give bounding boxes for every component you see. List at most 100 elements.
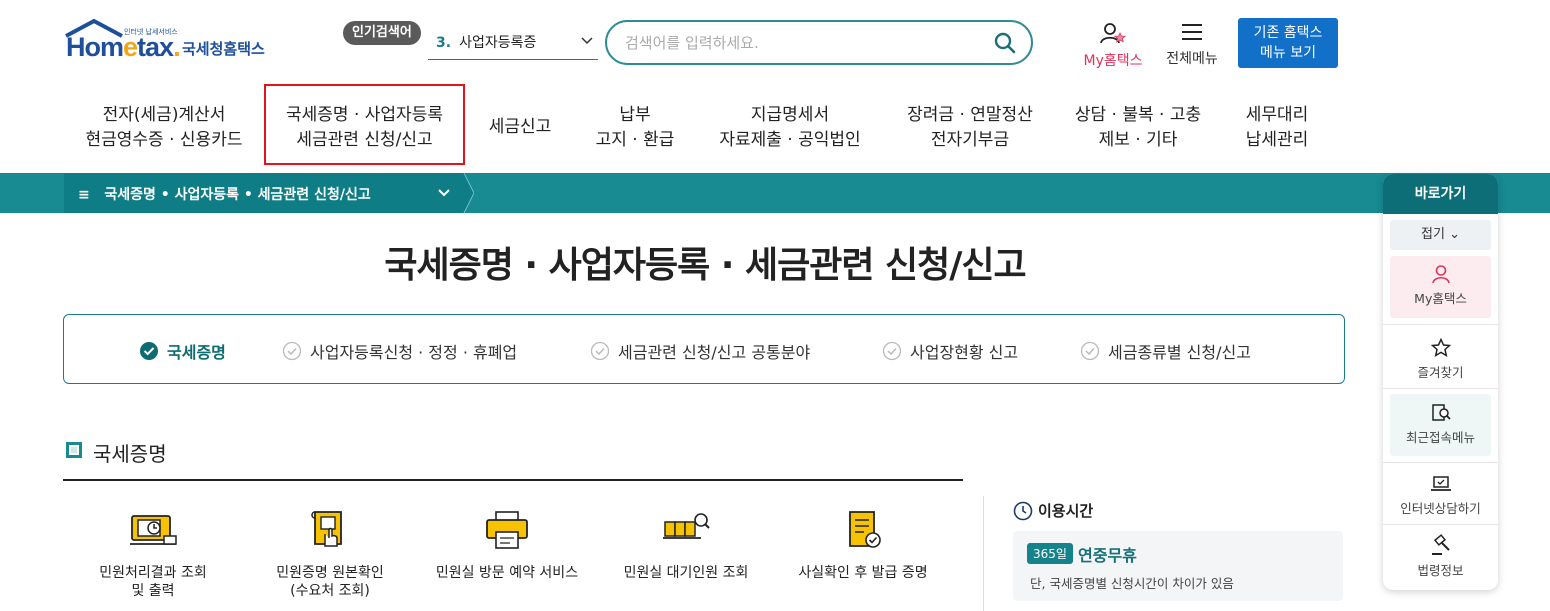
tab-label: 국세증명	[167, 343, 226, 362]
nav-incentive-year-end[interactable]: 장려금 · 연말정산 전자기부금	[895, 103, 1045, 153]
nav-label-line1: 지급명세서	[750, 105, 830, 125]
tab-business-registration[interactable]: 사업자등록신청 · 정정 · 휴폐업	[282, 339, 517, 363]
hours-note: 단, 국세증명별 신청시간이 차이가 있음	[1030, 576, 1234, 591]
hours-main: 연중무휴	[1078, 546, 1137, 565]
my-hometax-label: My홈택스	[1083, 53, 1143, 69]
breadcrumb-arrow	[456, 173, 474, 213]
nav-label-line1: 장려금 · 연말정산	[907, 105, 1033, 125]
quick-links-panel: 바로가기 접기 ⌄ My홈택스 즐겨찾기 최근접속메뉴 인터넷상담하기 법령정보	[1383, 174, 1498, 590]
popular-keyword-badge: 인기검색어	[343, 21, 421, 45]
my-hometax-button[interactable]: My홈택스	[1077, 22, 1149, 70]
classic-hometax-menu-button[interactable]: 기존 홈택스 메뉴 보기	[1238, 18, 1338, 68]
user-star-icon	[1100, 23, 1127, 44]
tab-label: 사업장현황 신고	[910, 343, 1019, 362]
service-label-line1: 민원실 대기인원 조회	[623, 565, 749, 581]
quick-links-title: 바로가기	[1383, 174, 1498, 214]
hours-title: 이용시간	[1013, 500, 1093, 521]
service-waiting-inquiry[interactable]: 민원실 대기인원 조회	[611, 508, 761, 582]
nav-label-line1: 세금신고	[488, 117, 552, 137]
check-circle-icon	[1080, 341, 1100, 361]
user-icon	[1431, 265, 1450, 284]
service-result-inquiry[interactable]: 민원처리결과 조회 및 출력	[78, 508, 228, 600]
hours-badge: 365일	[1027, 543, 1073, 564]
hours-box: 365일 연중무휴 단, 국세증명별 신청시간이 차이가 있음	[1013, 531, 1343, 601]
service-fact-certificate[interactable]: 사실확인 후 발급 증명	[788, 508, 938, 582]
all-menu-button[interactable]: 전체메뉴	[1160, 22, 1224, 68]
service-label-line1: 민원실 방문 예약 서비스	[435, 565, 579, 581]
hometax-logo[interactable]: 인터넷 납세서비스 Hometax. 국세청홈택스	[64, 18, 284, 70]
laptop-icon	[1430, 476, 1451, 491]
printer-icon	[486, 511, 528, 549]
gavel-icon	[1431, 534, 1450, 555]
check-circle-icon	[282, 341, 302, 361]
nav-payment[interactable]: 납부 고지 · 환급	[585, 103, 685, 153]
nav-label-line2: 전자기부금	[930, 130, 1010, 150]
document-search-icon	[1431, 404, 1451, 421]
tab-bar: 국세증명 사업자등록신청 · 정정 · 휴폐업 세금관련 신청/신고 공통분야 …	[63, 314, 1345, 384]
tab-business-status[interactable]: 사업장현황 신고	[882, 339, 1018, 363]
section-title: 국세증명	[93, 442, 167, 466]
tab-label: 세금관련 신청/신고 공통분야	[618, 343, 811, 362]
check-circle-filled-icon	[140, 342, 158, 360]
vertical-divider	[983, 496, 984, 611]
section-bullet-icon	[66, 442, 82, 458]
service-label-line2: (수요처 조회)	[290, 583, 370, 599]
nav-label-line2: 현금영수증 · 신용카드	[85, 130, 243, 150]
popular-keyword: 사업자등록증	[459, 35, 537, 51]
quick-online-consult[interactable]: 인터넷상담하기	[1390, 474, 1491, 517]
tab-common-filing[interactable]: 세금관련 신청/신고 공통분야	[590, 339, 810, 363]
search-box	[605, 20, 1033, 65]
service-label-line1: 민원처리결과 조회	[99, 565, 207, 581]
nav-label-line1: 세무대리	[1245, 105, 1309, 125]
nav-label-line2: 고지 · 환급	[595, 130, 675, 150]
nav-tax-filing[interactable]: 세금신고	[480, 115, 560, 140]
classic-btn-line1: 기존 홈택스	[1253, 25, 1323, 41]
quick-favorites[interactable]: 즐겨찾기	[1390, 338, 1491, 381]
logo-wordmark: Hometax.	[66, 32, 181, 62]
breadcrumb-text: ≡ 국세증명 • 사업자등록 • 세금관련 신청/신고	[78, 187, 371, 203]
chevron-down-icon	[438, 189, 450, 197]
section-divider	[63, 479, 963, 481]
document-hand-icon	[311, 511, 342, 547]
service-label-line2: 및 출력	[131, 583, 175, 599]
nav-label-line1: 상담 · 불복 · 고충	[1074, 105, 1202, 125]
quick-fold-button[interactable]: 접기 ⌄	[1390, 220, 1491, 250]
clock-icon	[1013, 501, 1033, 520]
tab-tax-type-filing[interactable]: 세금종류별 신청/신고	[1080, 339, 1251, 363]
nav-payment-statement[interactable]: 지급명세서 자료제출 · 공익법인	[712, 103, 868, 153]
nav-label-line1: 전자(세금)계산서	[102, 105, 226, 125]
service-visit-reservation[interactable]: 민원실 방문 예약 서비스	[432, 508, 582, 582]
quick-my-hometax[interactable]: My홈택스	[1390, 256, 1491, 318]
monitor-clock-icon	[130, 515, 177, 545]
nav-e-invoice[interactable]: 전자(세금)계산서 현금영수증 · 신용카드	[84, 103, 244, 153]
search-icon[interactable]	[993, 31, 1017, 55]
search-input[interactable]	[625, 31, 985, 55]
star-icon	[1430, 338, 1451, 358]
popular-rank: 3.	[436, 35, 452, 51]
document-check-icon	[849, 511, 881, 548]
popular-keyword-select[interactable]: 3. 사업자등록증	[428, 28, 598, 60]
chevron-down-icon	[581, 37, 593, 45]
all-menu-label: 전체메뉴	[1166, 51, 1218, 67]
quick-recent-menu[interactable]: 최근접속메뉴	[1390, 394, 1491, 456]
check-circle-icon	[590, 341, 610, 361]
page-title: 국세증명 · 사업자등록 · 세금관련 신청/신고	[384, 245, 1026, 286]
classic-btn-line2: 메뉴 보기	[1260, 45, 1316, 61]
nav-label-line2: 납세관리	[1245, 130, 1309, 150]
nav-tax-agent[interactable]: 세무대리 납세관리	[1232, 103, 1322, 153]
tab-certificate[interactable]: 국세증명	[139, 339, 226, 363]
hamburger-menu-icon	[1182, 24, 1202, 40]
breadcrumb-dropdown[interactable]: ≡ 국세증명 • 사업자등록 • 세금관련 신청/신고	[64, 173, 464, 213]
nav-highlight-box	[264, 84, 465, 165]
nav-consultation[interactable]: 상담 · 불복 · 고충 제보 · 기타	[1066, 103, 1210, 153]
nav-label-line2: 자료제출 · 공익법인	[719, 130, 861, 150]
tab-label: 사업자등록신청 · 정정 · 휴폐업	[310, 343, 518, 362]
service-label-line1: 민원증명 원본확인	[276, 565, 384, 581]
people-search-icon	[663, 513, 710, 539]
quick-law-info[interactable]: 법령정보	[1390, 534, 1491, 579]
service-label-line1: 사실확인 후 발급 증명	[798, 565, 928, 581]
service-original-verification[interactable]: 민원증명 원본확인 (수요처 조회)	[255, 508, 405, 600]
logo-korean: 국세청홈택스	[182, 40, 265, 58]
tab-label: 세금종류별 신청/신고	[1108, 343, 1251, 362]
check-circle-icon	[882, 341, 902, 361]
